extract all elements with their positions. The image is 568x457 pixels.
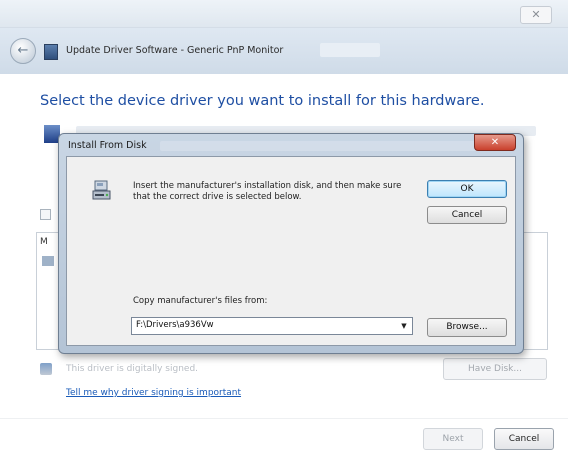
browse-button[interactable]: Browse...: [427, 318, 507, 337]
back-arrow-button[interactable]: ←: [10, 38, 36, 64]
page-heading: Select the device driver you want to ins…: [40, 93, 485, 109]
have-disk-button[interactable]: Have Disk...: [443, 358, 547, 380]
dialog-close-button[interactable]: ✕: [474, 134, 516, 151]
wizard-title: Update Driver Software - Generic PnP Mon…: [66, 45, 284, 56]
driver-signing-link[interactable]: Tell me why driver signing is important: [66, 388, 241, 398]
ok-button[interactable]: OK: [427, 180, 507, 198]
disk-drive-icon: [92, 180, 111, 200]
wizard-cancel-button[interactable]: Cancel: [494, 428, 554, 450]
shield-icon: [40, 363, 52, 375]
dialog-title: Install From Disk: [68, 140, 147, 151]
copy-files-label: Copy manufacturer's files from:: [133, 296, 268, 306]
driver-wizard-icon: [44, 44, 58, 60]
window-close-button[interactable]: ✕: [520, 6, 552, 24]
insert-disk-instruction: Insert the manufacturer's installation d…: [133, 181, 402, 202]
files-path-value[interactable]: F:\Drivers\a936Vw: [136, 320, 214, 330]
next-button[interactable]: Next: [423, 428, 483, 450]
driver-signed-status: This driver is digitally signed.: [66, 364, 199, 374]
dialog-title-glass: [160, 141, 480, 151]
footer-divider: [0, 418, 568, 419]
title-extra-blurred: [320, 43, 380, 57]
manufacturer-column-label: M: [40, 237, 48, 247]
window-titlebar: [0, 0, 568, 28]
chevron-down-icon[interactable]: ▼: [399, 322, 409, 330]
dialog-cancel-button[interactable]: Cancel: [427, 206, 507, 224]
show-compatible-checkbox[interactable]: [40, 209, 51, 220]
list-item-icon: [42, 256, 54, 266]
